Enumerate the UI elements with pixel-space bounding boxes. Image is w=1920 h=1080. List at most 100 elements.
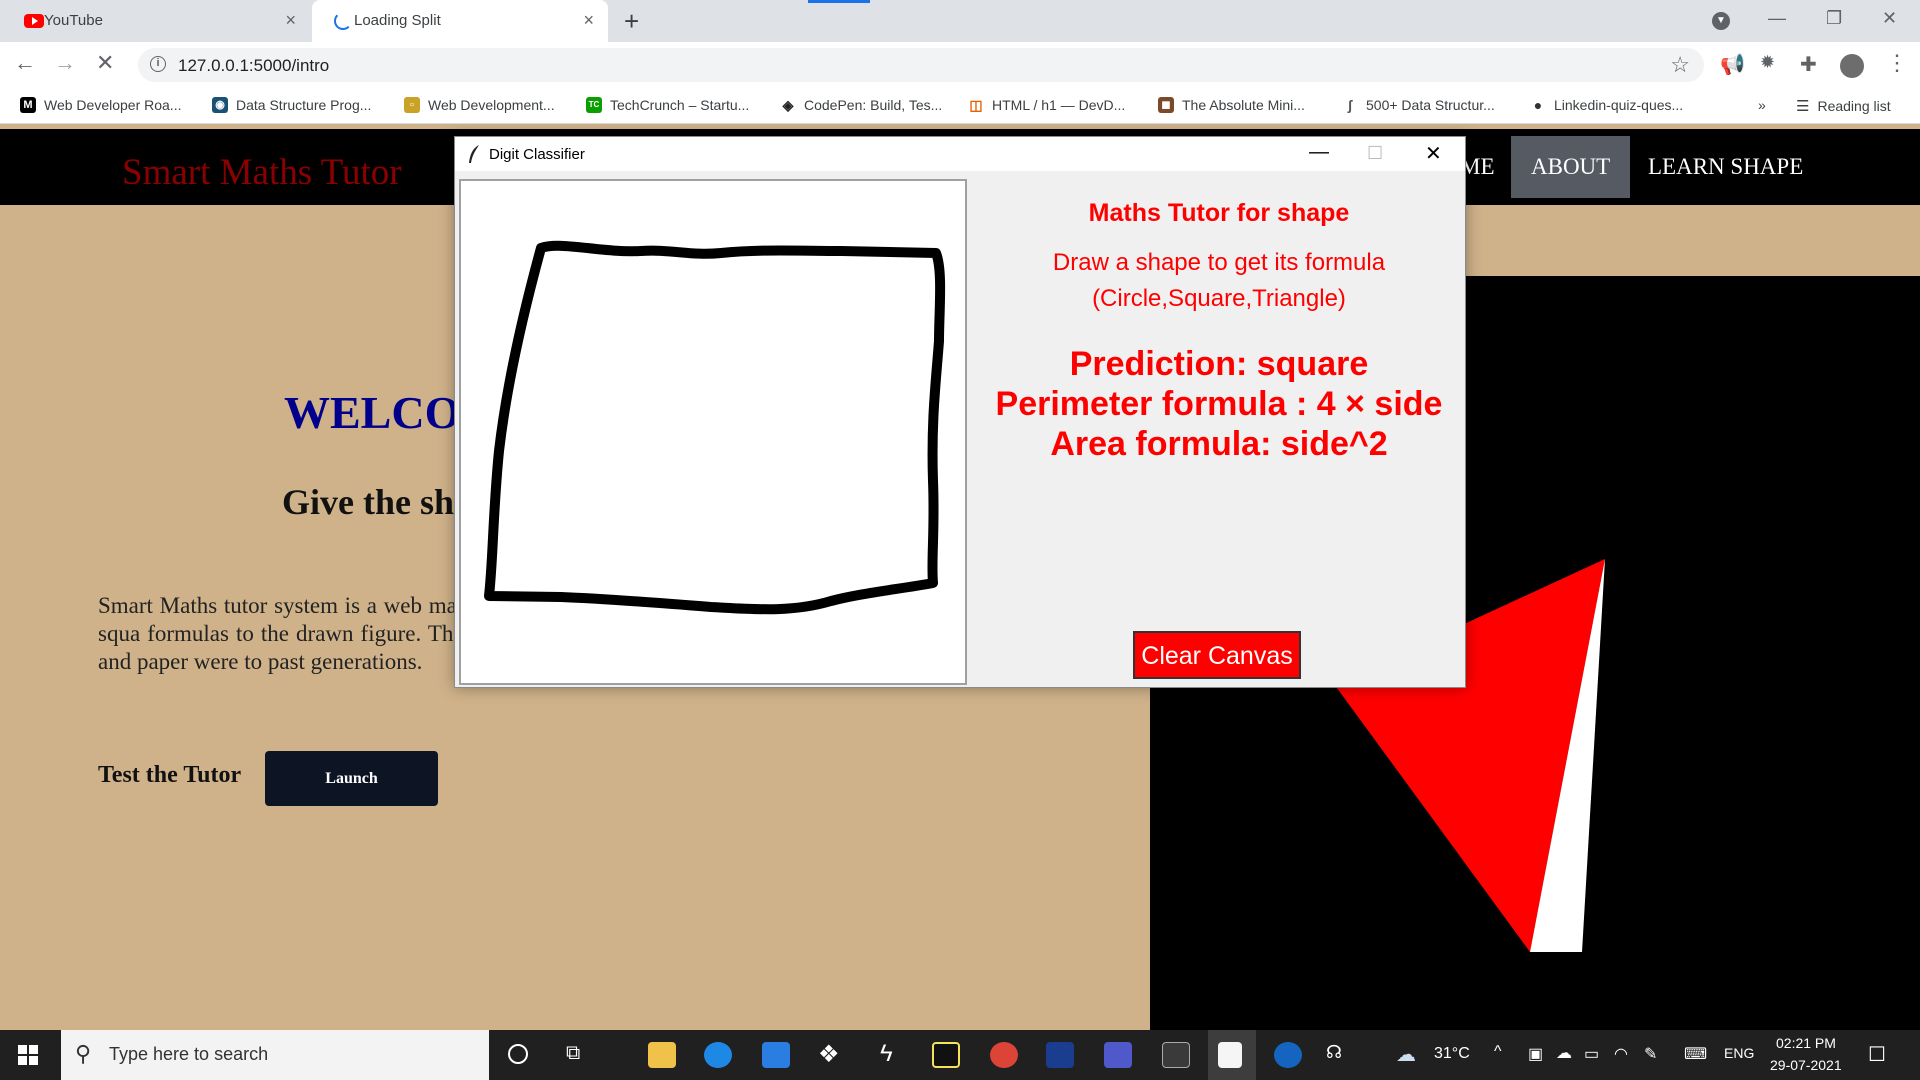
- loading-spinner-icon: [334, 12, 352, 30]
- site-brand[interactable]: Smart Maths Tutor: [122, 151, 402, 194]
- battery-icon[interactable]: ▭: [1584, 1044, 1599, 1064]
- drawn-square-sketch: [484, 240, 946, 615]
- cortana-icon[interactable]: [508, 1044, 528, 1064]
- minimize-icon[interactable]: —: [1309, 141, 1329, 164]
- bookmark-label: TechCrunch – Startu...: [610, 97, 750, 113]
- site-info-icon[interactable]: i: [150, 56, 166, 72]
- bookmark-github-icon: ●: [1530, 97, 1546, 113]
- back-icon[interactable]: ←: [14, 50, 36, 76]
- pycharm-icon[interactable]: [932, 1042, 960, 1068]
- bookmark-techcrunch-icon: TC: [586, 97, 602, 113]
- bookmark-label: 500+ Data Structur...: [1366, 97, 1495, 113]
- weather-temperature[interactable]: 31°C: [1434, 1045, 1470, 1063]
- taskbar-search-box[interactable]: ⚲ Type here to search: [61, 1030, 489, 1080]
- bookmark-item[interactable]: ◉ Data Structure Prog...: [212, 97, 371, 113]
- profile-avatar[interactable]: [1840, 54, 1864, 78]
- tutor-heading: Maths Tutor for shape: [1088, 199, 1350, 227]
- minimize-icon[interactable]: —: [1768, 8, 1786, 29]
- youtube-icon: [24, 14, 44, 28]
- dropbox-icon[interactable]: ❖: [818, 1040, 840, 1069]
- announcement-extension-icon[interactable]: 📢: [1720, 52, 1745, 77]
- terminal-icon[interactable]: [1162, 1042, 1190, 1068]
- windows-start-icon[interactable]: [18, 1045, 38, 1065]
- tray-meet-icon[interactable]: ▣: [1528, 1044, 1543, 1064]
- bookmark-item[interactable]: ʃ 500+ Data Structur...: [1342, 97, 1495, 113]
- bookmark-label: HTML / h1 — DevD...: [992, 97, 1126, 113]
- chrome-icon[interactable]: [990, 1042, 1018, 1068]
- bookmark-item[interactable]: ◫ HTML / h1 — DevD...: [968, 97, 1125, 113]
- notifications-icon[interactable]: ☐: [1868, 1042, 1886, 1067]
- nav-learn-shape-link[interactable]: LEARN SHAPE: [1628, 136, 1823, 198]
- bug-extension-icon[interactable]: ✹: [1760, 52, 1775, 73]
- tab-search-icon[interactable]: ▼: [1712, 12, 1730, 30]
- wifi-icon[interactable]: ◠: [1614, 1044, 1628, 1064]
- language-indicator[interactable]: ENG: [1724, 1045, 1754, 1061]
- bookmark-medium-icon: M: [20, 97, 36, 113]
- mail-icon[interactable]: [762, 1042, 790, 1068]
- tab-close-icon[interactable]: ×: [285, 10, 296, 31]
- bookmark-site-icon: ◉: [212, 97, 228, 113]
- bookmark-item[interactable]: ▫ Web Development...: [404, 97, 555, 113]
- clock-date[interactable]: 29-07-2021: [1770, 1057, 1842, 1073]
- clear-canvas-button[interactable]: Clear Canvas: [1133, 631, 1301, 679]
- menu-kebab-icon[interactable]: ⋮: [1886, 50, 1908, 76]
- pen-icon[interactable]: ✎: [1644, 1044, 1657, 1064]
- reading-list-button[interactable]: ☰ Reading list: [1796, 97, 1891, 115]
- forward-icon[interactable]: →: [54, 50, 76, 76]
- bookmark-item[interactable]: ◼ The Absolute Mini...: [1158, 97, 1305, 113]
- close-window-icon[interactable]: ✕: [1425, 141, 1442, 166]
- bookmark-item[interactable]: M Web Developer Roa...: [20, 97, 181, 113]
- perimeter-formula-label: Perimeter formula : 4 × side: [995, 385, 1443, 423]
- reading-list-icon: ☰: [1796, 98, 1810, 115]
- task-view-icon[interactable]: ⧉: [566, 1042, 580, 1065]
- more-bookmarks-icon[interactable]: »: [1758, 97, 1766, 113]
- bookmark-star-icon[interactable]: ☆: [1670, 52, 1690, 78]
- window-title: Digit Classifier: [489, 146, 585, 163]
- reading-list-label: Reading list: [1817, 98, 1891, 114]
- drawing-canvas[interactable]: [459, 179, 967, 685]
- bookmark-label: The Absolute Mini...: [1182, 97, 1305, 113]
- tray-chevron-icon[interactable]: ^: [1494, 1043, 1502, 1061]
- extensions-puzzle-icon[interactable]: ✚: [1800, 52, 1817, 77]
- help-icon[interactable]: [1274, 1042, 1302, 1068]
- tab-youtube[interactable]: YouTube ×: [0, 0, 310, 42]
- window-titlebar[interactable]: Digit Classifier — ☐ ✕: [455, 137, 1465, 171]
- browser-toolbar: ← → ✕ i 127.0.0.1:5000/intro ☆ 📢 ✹ ✚ ⋮: [0, 42, 1920, 88]
- close-window-icon[interactable]: ✕: [1882, 8, 1897, 29]
- dev-cpp-icon[interactable]: [1046, 1042, 1074, 1068]
- restore-icon[interactable]: ❐: [1826, 8, 1842, 29]
- bookmark-item[interactable]: TC TechCrunch – Startu...: [586, 97, 749, 113]
- bookmark-label: Linkedin-quiz-ques...: [1554, 97, 1684, 113]
- people-icon[interactable]: ☊: [1326, 1042, 1342, 1063]
- bookmark-item[interactable]: ● Linkedin-quiz-ques...: [1530, 97, 1683, 113]
- tab-indicator: [808, 0, 870, 3]
- file-explorer-icon[interactable]: [648, 1042, 676, 1068]
- bookmark-item[interactable]: ◈ CodePen: Build, Tes...: [780, 97, 942, 113]
- instruction-text: Draw a shape to get its formula: [1052, 249, 1386, 276]
- feather-icon: [469, 145, 479, 163]
- tab-title: YouTube: [44, 12, 103, 29]
- bookmark-label: CodePen: Build, Tes...: [804, 97, 943, 113]
- edge-icon[interactable]: [704, 1042, 732, 1068]
- address-bar[interactable]: i 127.0.0.1:5000/intro ☆: [138, 48, 1704, 82]
- notepad-icon[interactable]: [1218, 1042, 1242, 1068]
- clock-time[interactable]: 02:21 PM: [1776, 1035, 1836, 1051]
- maximize-icon: ☐: [1367, 143, 1384, 163]
- app-icon[interactable]: ϟ: [880, 1040, 893, 1068]
- weather-cloud-icon: ☁: [1396, 1044, 1416, 1066]
- keyboard-icon[interactable]: ⌨: [1684, 1044, 1707, 1064]
- bookmark-devdocs-icon: ◫: [968, 97, 984, 113]
- windows-taskbar: ⚲ Type here to search ⧉ ❖ ϟ ☊ ☁ 31°C ^ ▣…: [0, 1030, 1920, 1080]
- nav-about-link[interactable]: ABOUT: [1511, 136, 1631, 198]
- launch-button[interactable]: Launch: [265, 751, 438, 806]
- url-text: 127.0.0.1:5000/intro: [178, 56, 330, 75]
- search-placeholder: Type here to search: [109, 1044, 269, 1064]
- stop-loading-icon[interactable]: ✕: [96, 50, 114, 76]
- new-tab-button[interactable]: +: [624, 6, 639, 37]
- area-formula-label: Area formula: side^2: [1050, 425, 1388, 463]
- tab-close-icon[interactable]: ×: [583, 10, 594, 31]
- subheading: Give the sh: [282, 482, 455, 522]
- teams-icon[interactable]: [1104, 1042, 1132, 1068]
- tab-loading-split[interactable]: Loading Split ×: [312, 0, 608, 42]
- onedrive-icon[interactable]: ☁: [1556, 1043, 1572, 1063]
